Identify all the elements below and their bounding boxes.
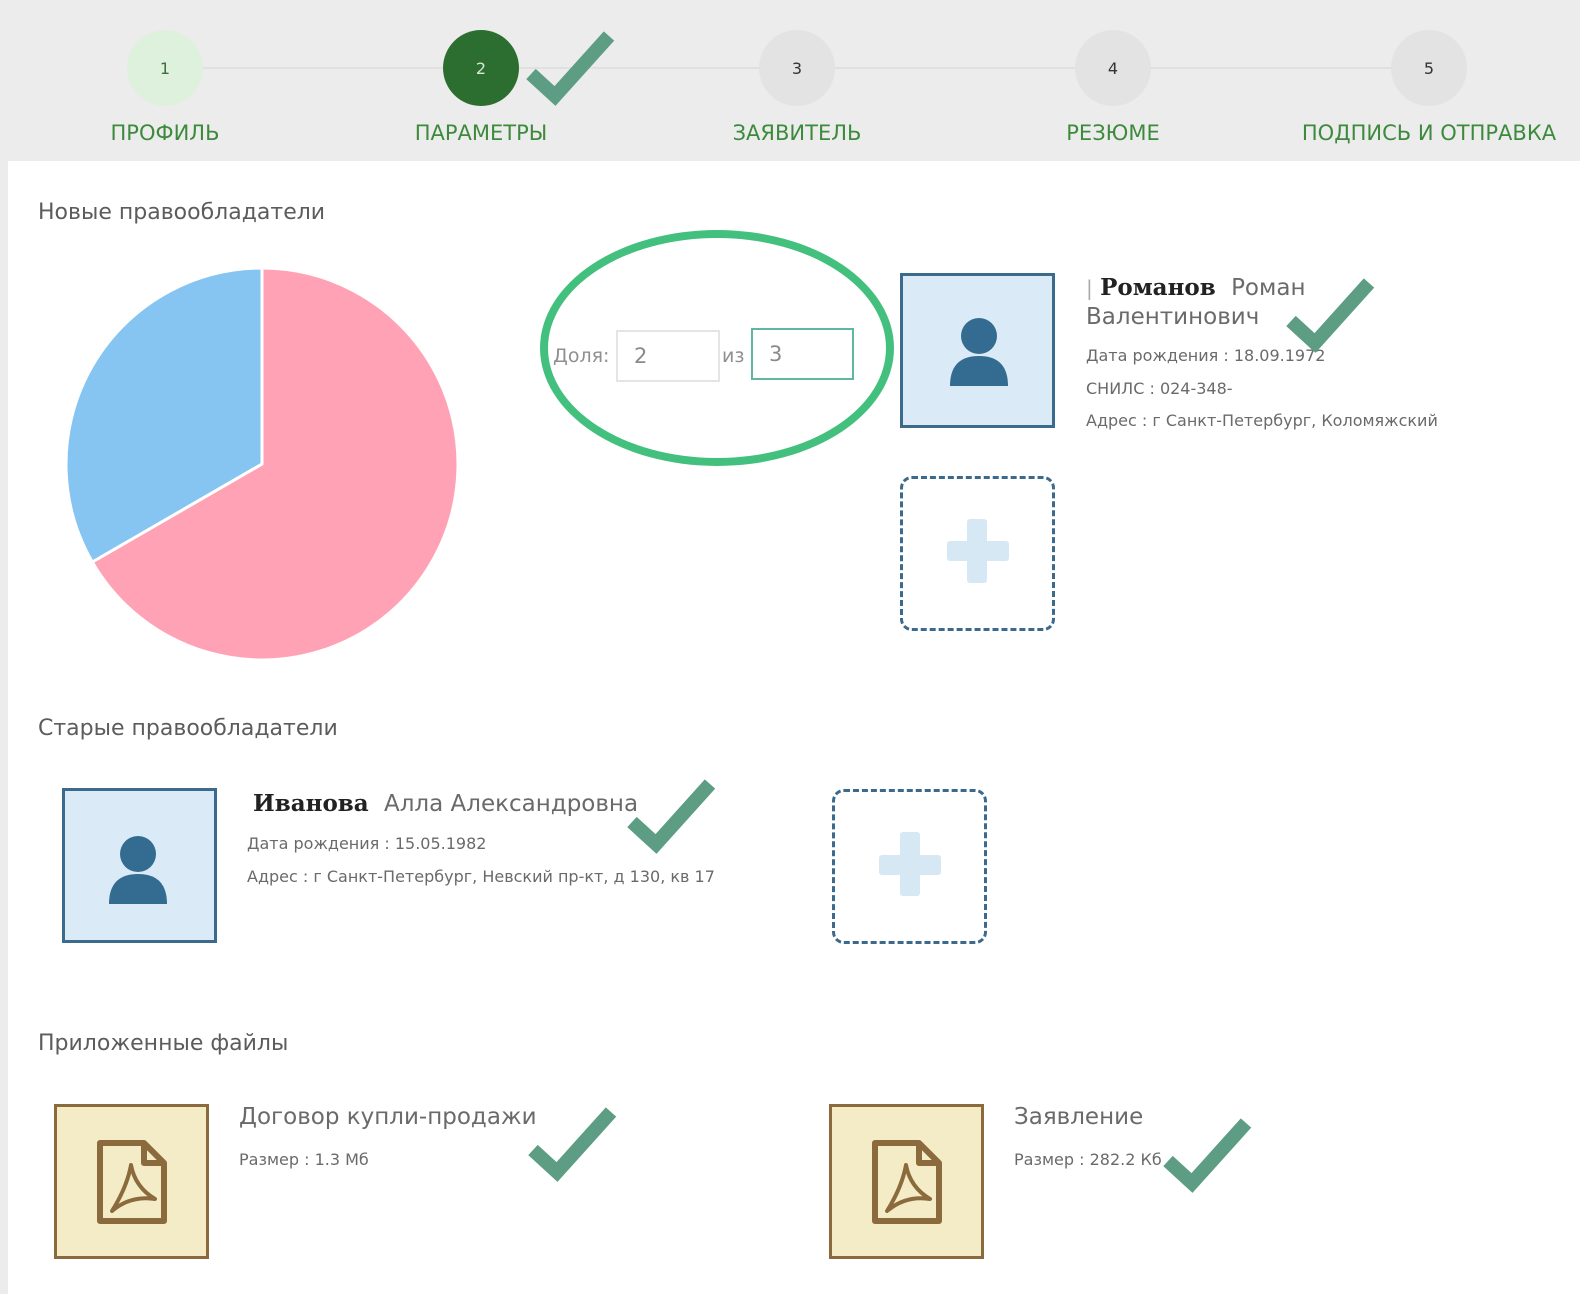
file-name[interactable]: Заявление xyxy=(1014,1104,1143,1130)
pdf-file-icon xyxy=(872,1140,942,1224)
step-label: ПРОФИЛЬ xyxy=(110,121,220,145)
step-number: 2 xyxy=(443,30,519,106)
plus-icon xyxy=(879,832,941,896)
add-new-owner-button[interactable] xyxy=(900,476,1055,631)
checkmark-icon xyxy=(1162,1115,1252,1195)
step-sign-send[interactable]: 5 ПОДПИСЬ И ОТПРАВКА xyxy=(1279,8,1579,161)
step-label: ПОДПИСЬ И ОТПРАВКА xyxy=(1301,121,1557,145)
step-summary[interactable]: 4 РЕЗЮМЕ xyxy=(963,8,1263,161)
step-label: РЕЗЮМЕ xyxy=(1066,121,1160,145)
checkmark-icon xyxy=(1285,275,1375,355)
file-name[interactable]: Договор купли-продажи xyxy=(239,1104,537,1130)
plus-icon xyxy=(947,519,1009,583)
old-owner-address: Адрес : г Санкт-Петербург, Невский пр-кт… xyxy=(247,867,715,886)
old-owner-birth: Дата рождения : 15.05.1982 xyxy=(247,834,487,853)
step-number: 3 xyxy=(759,30,835,106)
file-tile-application[interactable] xyxy=(829,1104,984,1259)
user-icon xyxy=(950,318,1008,386)
share-numerator-input[interactable]: 2 xyxy=(616,330,720,382)
add-old-owner-button[interactable] xyxy=(832,789,987,944)
share-label: Доля: xyxy=(553,345,610,367)
new-owner-snils: СНИЛС : 024-348- xyxy=(1086,379,1233,398)
checkmark-icon xyxy=(626,776,716,856)
files-title: Приложенные файлы xyxy=(38,1031,289,1056)
wizard-stepper: 1 ПРОФИЛЬ 2 ПАРАМЕТРЫ 3 ЗАЯВИТЕЛЬ 4 РЕЗЮ… xyxy=(8,8,1580,161)
new-owner-patronymic: Валентинович xyxy=(1086,304,1260,330)
new-owner-surname: Романов xyxy=(1100,274,1216,301)
old-owner-name[interactable]: Иванова Алла Александровна xyxy=(253,790,638,817)
share-denominator-input[interactable]: 3 xyxy=(751,328,854,380)
share-pie-chart xyxy=(64,266,460,662)
step-number: 1 xyxy=(127,30,203,106)
step-number: 4 xyxy=(1075,30,1151,106)
step-label: ПАРАМЕТРЫ xyxy=(414,121,548,145)
new-owner-address: Адрес : г Санкт-Петербург, Коломяжский xyxy=(1086,411,1438,430)
step-applicant[interactable]: 3 ЗАЯВИТЕЛЬ xyxy=(647,8,947,161)
old-owner-avatar[interactable] xyxy=(62,788,217,943)
step-label: ЗАЯВИТЕЛЬ xyxy=(732,121,862,145)
name-prefix: | xyxy=(1086,276,1093,300)
new-owner-name[interactable]: | Романов Роман xyxy=(1086,274,1306,301)
file-size: Размер : 1.3 Мб xyxy=(239,1150,369,1169)
step-number: 5 xyxy=(1391,30,1467,106)
checkmark-icon xyxy=(525,28,615,108)
new-owners-title: Новые правообладатели xyxy=(38,200,326,225)
old-owner-surname: Иванова xyxy=(253,790,369,817)
new-owner-avatar[interactable] xyxy=(900,273,1055,428)
pdf-file-icon xyxy=(97,1140,167,1224)
old-owners-title: Старые правообладатели xyxy=(38,716,338,741)
share-of-label: из xyxy=(722,345,745,367)
old-owner-name-rest: Алла Александровна xyxy=(384,791,639,817)
user-icon xyxy=(109,836,167,904)
file-size: Размер : 282.2 Кб xyxy=(1014,1150,1162,1169)
checkmark-icon xyxy=(527,1104,617,1184)
step-profile[interactable]: 1 ПРОФИЛЬ xyxy=(15,8,315,161)
file-tile-contract[interactable] xyxy=(54,1104,209,1259)
